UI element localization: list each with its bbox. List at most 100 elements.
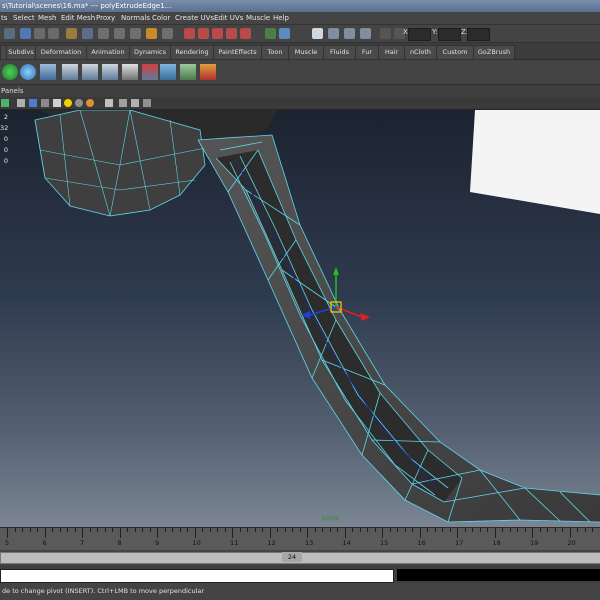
tab-custom[interactable]: Custom — [436, 45, 474, 60]
smooth-shade-icon[interactable] — [29, 99, 37, 107]
tab-painteffects[interactable]: PaintEffects — [213, 45, 262, 60]
select-component-icon[interactable] — [48, 28, 59, 39]
snap-live-icon[interactable] — [240, 28, 251, 39]
tab-subdivs[interactable]: Subdivs — [6, 45, 36, 60]
menu-normals[interactable]: Normals — [121, 12, 150, 25]
resolution-gate-icon[interactable] — [131, 99, 139, 107]
textured-icon[interactable] — [41, 99, 49, 107]
time-minor-tick — [397, 528, 398, 532]
menu-color[interactable]: Color — [152, 12, 170, 25]
parent-icon[interactable] — [102, 64, 118, 80]
history-icon[interactable] — [265, 28, 276, 39]
render-view-icon[interactable] — [312, 28, 323, 39]
panels-menu[interactable]: Panels — [1, 85, 24, 97]
time-tick-label: 11 — [230, 539, 239, 547]
time-minor-tick — [292, 528, 293, 532]
select-tool-icon[interactable] — [66, 28, 77, 39]
render-settings-icon[interactable] — [360, 28, 371, 39]
snap-grid-icon[interactable] — [184, 28, 195, 39]
time-minor-tick — [359, 528, 361, 532]
x-field[interactable] — [408, 28, 431, 41]
freeze-icon[interactable] — [180, 64, 196, 80]
lasso-icon[interactable] — [82, 28, 93, 39]
attribute-editor-icon[interactable] — [122, 64, 138, 80]
time-minor-tick — [187, 528, 188, 532]
tab-fur[interactable]: Fur — [355, 45, 379, 60]
camera-icon[interactable] — [1, 99, 9, 107]
menu-muscle[interactable]: Muscle — [246, 12, 270, 25]
white-plane[interactable] — [470, 110, 600, 214]
menu-set-icon[interactable] — [4, 28, 15, 39]
select-hierarchy-icon[interactable] — [20, 28, 31, 39]
view-label: persp — [322, 515, 339, 522]
tab-gozbrush[interactable]: GoZBrush — [473, 45, 515, 60]
menu-proxy[interactable]: Proxy — [96, 12, 115, 25]
hud-value: 2 — [3, 113, 8, 121]
menu-edit-mesh[interactable]: Edit Mesh — [61, 12, 95, 25]
input-icon[interactable] — [279, 28, 290, 39]
tab-ncloth[interactable]: nCloth — [404, 45, 437, 60]
menu-help[interactable]: Help — [273, 12, 289, 25]
tab-hair[interactable]: Hair — [378, 45, 405, 60]
xray-icon[interactable] — [86, 99, 94, 107]
hierarchy-icon[interactable] — [62, 64, 78, 80]
time-tick-label: 10 — [192, 539, 201, 547]
tab-deformation[interactable]: Deformation — [35, 45, 87, 60]
rotate-icon[interactable] — [114, 28, 125, 39]
tab-fluids[interactable]: Fluids — [323, 45, 356, 60]
menu-item[interactable]: ts — [1, 12, 7, 25]
time-minor-tick — [29, 528, 31, 532]
command-input[interactable] — [0, 569, 394, 583]
snap-curve-icon[interactable] — [198, 28, 209, 39]
tab-toon[interactable]: Toon — [261, 45, 289, 60]
poly-tool-icon[interactable] — [40, 64, 56, 80]
menu-mesh[interactable]: Mesh — [38, 12, 56, 25]
time-minor-tick — [52, 528, 53, 532]
time-tick-label: 6 — [42, 539, 47, 547]
lights-icon[interactable] — [53, 99, 61, 107]
snap-point-icon[interactable] — [212, 28, 223, 39]
grid-icon[interactable] — [119, 99, 127, 107]
use-lights-icon[interactable] — [64, 99, 72, 107]
group-icon[interactable] — [82, 64, 98, 80]
time-minor-tick — [97, 528, 98, 532]
manip-y-arrow-icon — [333, 267, 339, 275]
move-icon[interactable] — [98, 28, 109, 39]
ipr-icon[interactable] — [344, 28, 355, 39]
tab-rendering[interactable]: Rendering — [170, 45, 214, 60]
tab-muscle[interactable]: Muscle — [288, 45, 324, 60]
menu-create-uvs[interactable]: Create UVs — [175, 12, 214, 25]
viewport[interactable]: persp — [0, 110, 600, 527]
range-slider[interactable]: 24 — [0, 550, 600, 565]
help-icon[interactable] — [130, 28, 141, 39]
menu-edit-uvs[interactable]: Edit UVs — [214, 12, 243, 25]
z-field[interactable] — [467, 28, 490, 41]
select-object-icon[interactable] — [34, 28, 45, 39]
film-gate-icon[interactable] — [143, 99, 151, 107]
range-end-value[interactable]: 24 — [282, 552, 302, 562]
lock-icon[interactable] — [146, 28, 157, 39]
y-field[interactable] — [438, 28, 461, 41]
head-mesh[interactable] — [34, 110, 206, 217]
snap-plane-icon[interactable] — [226, 28, 237, 39]
isolate-icon[interactable] — [105, 99, 113, 107]
time-tick-label: 13 — [305, 539, 314, 547]
snap-icon[interactable] — [162, 28, 173, 39]
wireframe-icon[interactable] — [17, 99, 25, 107]
time-slider[interactable]: 5 6 7 8 9 10 11 12 13 14 15 16 17 18 19 20 — [0, 527, 600, 550]
time-tick — [569, 528, 571, 538]
title-bar: s\Tutorial\scenes\16.ma* --- polyExtrude… — [0, 0, 600, 12]
shelf — [0, 60, 600, 85]
menu-select[interactable]: Select — [13, 12, 35, 25]
blue-sphere-icon[interactable] — [20, 64, 36, 80]
time-tick-label: 17 — [455, 539, 464, 547]
paint-brush-icon[interactable] — [200, 64, 216, 80]
tab-dynamics[interactable]: Dynamics — [129, 45, 171, 60]
green-sphere-icon[interactable] — [2, 64, 18, 80]
render-icon[interactable] — [328, 28, 339, 39]
input-mode-icon[interactable] — [380, 28, 391, 39]
connection-icon[interactable] — [142, 64, 158, 80]
shadows-icon[interactable] — [75, 99, 83, 107]
tab-animation[interactable]: Animation — [86, 45, 130, 60]
layers-icon[interactable] — [160, 64, 176, 80]
